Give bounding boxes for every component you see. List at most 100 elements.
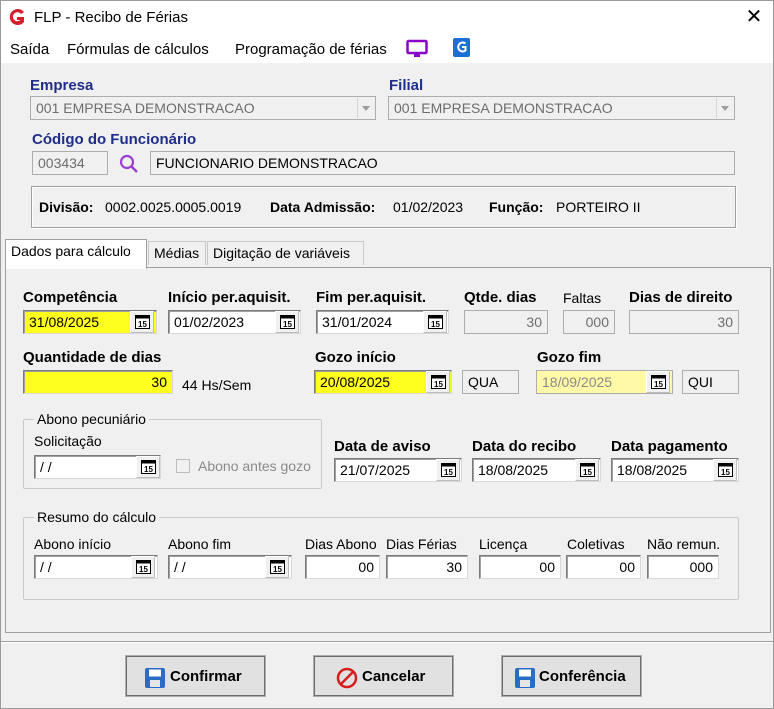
funcao-label: Função: <box>489 199 544 215</box>
abono-fim-label: Abono fim <box>168 536 232 552</box>
chevron-down-icon[interactable] <box>716 98 733 118</box>
conferencia-label: Conferência <box>539 668 626 685</box>
abono-inicio-label: Abono início <box>34 536 112 552</box>
svg-text:15: 15 <box>138 320 147 329</box>
faltas-label: Faltas <box>563 290 602 306</box>
filial-label: Filial <box>389 77 424 94</box>
admissao-label: Data Admissão: <box>270 199 376 215</box>
funcionario-label: Código do Funcionário <box>32 131 197 148</box>
quantidade-dias-label: Quantidade de dias <box>23 349 162 366</box>
data-aviso-value: 21/07/2025 <box>340 462 411 478</box>
divisao-label: Divisão: <box>39 199 94 215</box>
menu-programacao-ferias[interactable]: Programação de férias <box>235 41 387 58</box>
dias-ferias-field[interactable]: 30 <box>386 555 468 579</box>
funcionario-code-field[interactable]: 003434 <box>32 151 108 175</box>
calendar-icon[interactable]: 15 <box>131 556 155 578</box>
fim-aquis-value: 31/01/2024 <box>322 314 393 330</box>
calendar-icon[interactable]: 15 <box>436 459 460 481</box>
horas-semana-text: 44 Hs/Sem <box>182 377 252 393</box>
licenca-label: Licença <box>479 536 528 552</box>
svg-text:15: 15 <box>139 565 148 574</box>
competencia-label: Competência <box>23 289 118 306</box>
data-pagamento-label: Data pagamento <box>611 438 728 455</box>
admissao-value: 01/02/2023 <box>393 199 464 215</box>
calendar-icon[interactable]: 15 <box>713 459 737 481</box>
nao-remun-label: Não remun. <box>647 536 721 552</box>
data-recibo-label: Data do recibo <box>472 438 577 455</box>
dias-abono-field[interactable]: 00 <box>305 555 380 579</box>
svg-text:15: 15 <box>434 380 443 389</box>
menu-formulas[interactable]: Fórmulas de cálculos <box>67 41 209 58</box>
competencia-value: 31/08/2025 <box>29 314 100 330</box>
inicio-aquis-label: Início per.aquisit. <box>168 289 291 306</box>
menu-saida[interactable]: Saída <box>10 41 49 58</box>
save-icon <box>145 668 165 688</box>
funcao-value: PORTEIRO II <box>556 199 641 215</box>
tab-medias[interactable]: Médias <box>148 241 206 265</box>
calendar-icon[interactable]: 15 <box>275 311 299 333</box>
monitor-icon[interactable] <box>406 39 428 59</box>
title-bar: FLP - Recibo de Férias ✕ <box>1 1 773 33</box>
dias-direito-label: Dias de direito <box>629 289 733 306</box>
funcionario-name-field: FUNCIONARIO DEMONSTRACAO <box>150 151 735 175</box>
nao-remun-field[interactable]: 000 <box>647 555 719 579</box>
calendar-icon[interactable]: 15 <box>136 456 160 478</box>
close-icon[interactable]: ✕ <box>739 3 769 31</box>
gozo-inicio-label: Gozo início <box>315 349 396 366</box>
empresa-value: 001 EMPRESA DEMONSTRACAO <box>36 100 255 116</box>
app-g-icon[interactable] <box>452 37 471 58</box>
quantidade-dias-field[interactable]: 30 <box>23 370 173 394</box>
data-aviso-label: Data de aviso <box>334 438 431 455</box>
svg-text:15: 15 <box>721 468 730 477</box>
licenca-field[interactable]: 00 <box>479 555 561 579</box>
app-logo-icon <box>9 9 24 25</box>
abono-fim-value: / / <box>174 559 186 575</box>
recibo-ferias-window: FLP - Recibo de Férias ✕ Saída Fórmulas … <box>0 0 774 709</box>
cancelar-label: Cancelar <box>362 668 426 685</box>
data-recibo-value: 18/08/2025 <box>478 462 549 478</box>
resumo-calculo-title: Resumo do cálculo <box>34 509 160 525</box>
tab-digitacao-variaveis[interactable]: Digitação de variáveis <box>207 241 364 265</box>
tab-dados-calculo[interactable]: Dados para cálculo <box>5 239 147 269</box>
svg-text:15: 15 <box>273 565 282 574</box>
abono-pecuniario-title: Abono pecuniário <box>34 411 149 427</box>
coletivas-label: Coletivas <box>567 536 625 552</box>
confirmar-button[interactable]: Confirmar <box>125 655 266 697</box>
confirmar-label: Confirmar <box>170 668 242 685</box>
calendar-icon[interactable]: 15 <box>426 371 450 393</box>
fim-aquis-label: Fim per.aquisit. <box>316 289 427 306</box>
empresa-select[interactable]: 001 EMPRESA DEMONSTRACAO <box>30 96 376 120</box>
gozo-inicio-weekday: QUA <box>462 370 519 394</box>
abono-antes-gozo-label: Abono antes gozo <box>198 458 311 474</box>
cancel-icon <box>336 667 358 689</box>
gozo-fim-label: Gozo fim <box>537 349 602 366</box>
dias-direito-field: 30 <box>629 310 739 334</box>
calendar-icon[interactable]: 15 <box>130 311 154 333</box>
solicitacao-label: Solicitação <box>34 433 102 449</box>
calendar-icon[interactable]: 15 <box>575 459 599 481</box>
calendar-icon[interactable]: 15 <box>423 311 447 333</box>
svg-text:15: 15 <box>654 380 663 389</box>
svg-text:15: 15 <box>283 320 292 329</box>
qtde-dias-field: 30 <box>464 310 548 334</box>
conferencia-button[interactable]: Conferência <box>501 655 642 697</box>
footer-divider <box>1 641 773 643</box>
svg-text:15: 15 <box>144 465 153 474</box>
cancelar-button[interactable]: Cancelar <box>313 655 454 697</box>
search-icon[interactable] <box>118 153 140 175</box>
svg-text:15: 15 <box>583 468 592 477</box>
svg-text:15: 15 <box>444 468 453 477</box>
save-icon <box>515 668 535 688</box>
abono-inicio-value: / / <box>40 559 52 575</box>
faltas-field: 000 <box>563 310 615 334</box>
abono-antes-gozo-checkbox[interactable] <box>176 459 190 473</box>
chevron-down-icon[interactable] <box>357 98 374 118</box>
calendar-icon[interactable]: 15 <box>646 371 670 393</box>
dias-ferias-label: Dias Férias <box>386 536 457 552</box>
empresa-label: Empresa <box>30 77 94 94</box>
calendar-icon[interactable]: 15 <box>265 556 289 578</box>
filial-select[interactable]: 001 EMPRESA DEMONSTRACAO <box>388 96 735 120</box>
data-pagamento-value: 18/08/2025 <box>617 462 688 478</box>
coletivas-field[interactable]: 00 <box>566 555 641 579</box>
solicitacao-value: / / <box>40 459 52 475</box>
